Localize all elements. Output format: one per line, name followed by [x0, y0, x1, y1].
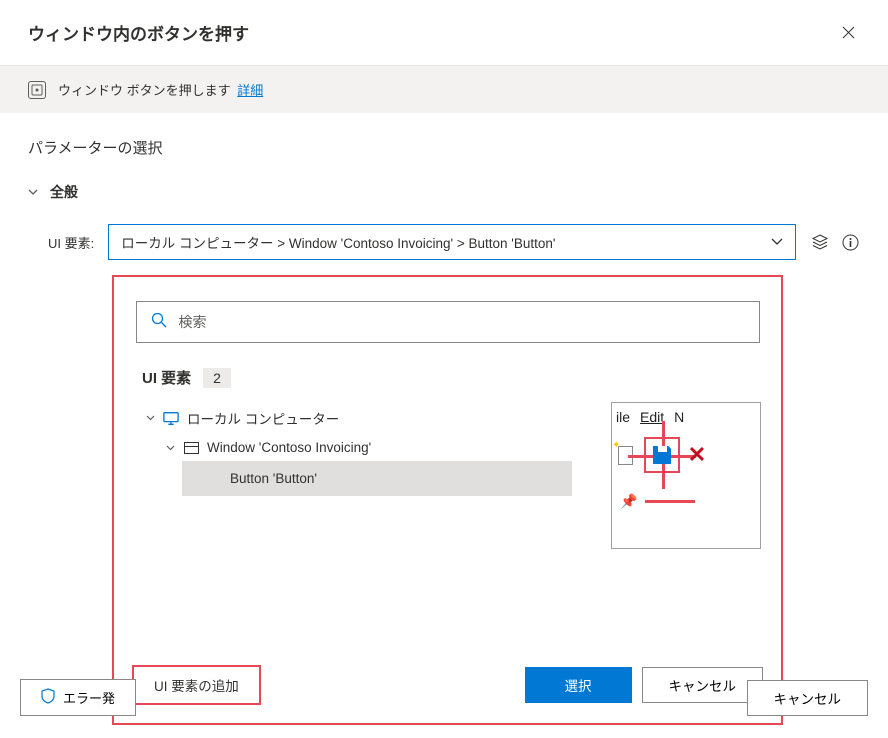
- monitor-icon: [163, 411, 179, 425]
- tree-area: ローカル コンピューター Window 'Contoso Invoicing' …: [142, 402, 761, 549]
- pin-icon: 📌: [620, 493, 637, 510]
- preview-menu-file: ile: [616, 409, 630, 425]
- info-banner-text: ウィンドウ ボタンを押します: [58, 83, 231, 98]
- tree-column: ローカル コンピューター Window 'Contoso Invoicing' …: [142, 402, 591, 496]
- info-icon[interactable]: [840, 232, 860, 252]
- tree-title: UI 要素: [142, 367, 191, 388]
- preview-bottom-row: 📌: [612, 489, 760, 514]
- tree-header: UI 要素 2: [142, 367, 761, 388]
- tree-node-root[interactable]: ローカル コンピューター: [142, 402, 591, 434]
- count-badge: 2: [203, 368, 231, 388]
- tree-node-label: Window 'Contoso Invoicing': [207, 440, 371, 455]
- underline-icon: [645, 500, 695, 503]
- info-text: ウィンドウ ボタンを押します 詳細: [58, 80, 263, 99]
- save-icon-highlighted: [644, 437, 680, 473]
- preview-menubar: ile Edit N: [612, 403, 760, 431]
- field-action-icons: [810, 232, 860, 252]
- chevron-down-icon: [166, 442, 175, 454]
- accordion-general[interactable]: 全般: [28, 182, 860, 202]
- chevron-down-icon: [771, 235, 783, 249]
- layers-icon[interactable]: [810, 232, 830, 252]
- ui-element-dropdown[interactable]: ローカル コンピューター > Window 'Contoso Invoicing…: [108, 224, 796, 260]
- main-cancel-button[interactable]: キャンセル: [747, 680, 869, 716]
- ui-element-picker-popup: UI 要素 2 ローカル コンピューター Window 'Contoso Inv…: [112, 275, 783, 725]
- floppy-icon: [653, 446, 671, 464]
- search-input[interactable]: [179, 314, 745, 330]
- element-preview: ile Edit N ✕ 📌: [611, 402, 761, 549]
- preview-menu-edit: Edit: [640, 409, 664, 425]
- ui-element-label: UI 要素:: [48, 233, 94, 252]
- tree-node-label: ローカル コンピューター: [187, 408, 339, 428]
- accordion-label: 全般: [50, 182, 78, 202]
- search-box[interactable]: [136, 301, 760, 343]
- dialog-header: ウィンドウ内のボタンを押す: [0, 0, 888, 66]
- info-banner: ウィンドウ ボタンを押します 詳細: [0, 66, 888, 113]
- search-icon: [151, 312, 167, 333]
- tree-node-button-selected[interactable]: Button 'Button': [182, 461, 572, 496]
- delete-icon: ✕: [686, 442, 708, 468]
- content-area: パラメーターの選択 全般 UI 要素: ローカル コンピューター > Windo…: [0, 113, 888, 284]
- main-footer: エラー発 キャンセル: [20, 679, 868, 716]
- ui-element-field-row: UI 要素: ローカル コンピューター > Window 'Contoso In…: [48, 224, 860, 260]
- section-title: パラメーターの選択: [28, 137, 860, 158]
- action-icon: [28, 81, 46, 99]
- preview-menu-n: N: [674, 409, 684, 425]
- search-row: [134, 301, 761, 343]
- tree-node-label: Button 'Button': [230, 471, 317, 486]
- shield-icon: [41, 688, 55, 707]
- close-button[interactable]: [836, 21, 860, 45]
- chevron-down-icon: [28, 185, 38, 199]
- chevron-down-icon: [146, 412, 155, 424]
- error-button-label: エラー発: [63, 688, 115, 707]
- details-link[interactable]: 詳細: [237, 83, 263, 98]
- preview-toolbar-icons: ✕: [612, 431, 760, 479]
- tree-node-window[interactable]: Window 'Contoso Invoicing': [162, 434, 591, 461]
- error-handling-button[interactable]: エラー発: [20, 679, 136, 716]
- dialog-title: ウィンドウ内のボタンを押す: [28, 20, 249, 45]
- dropdown-value: ローカル コンピューター > Window 'Contoso Invoicing…: [121, 232, 555, 252]
- window-icon: [183, 441, 199, 455]
